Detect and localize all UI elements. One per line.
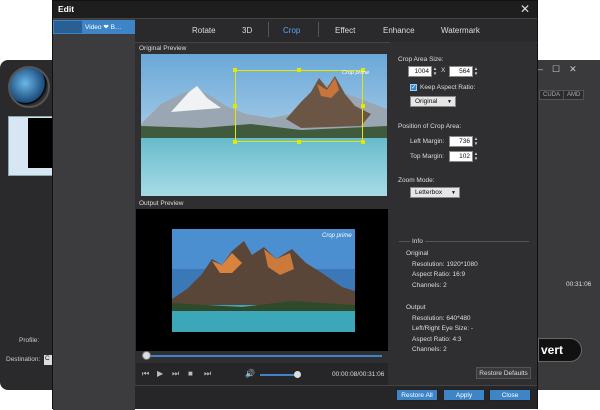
output-resolution: Resolution: 640*480: [412, 315, 471, 322]
seek-bar[interactable]: [142, 355, 382, 357]
close-icon[interactable]: ✕: [569, 64, 577, 75]
file-list: Video ❤ B…: [53, 19, 135, 410]
height-stepper[interactable]: ▲ ▼: [473, 66, 479, 77]
tab-separator: [268, 22, 269, 37]
background-video-thumbnail: [28, 118, 52, 168]
tab-effect[interactable]: Effect: [335, 26, 355, 35]
minimize-icon[interactable]: –: [538, 64, 543, 75]
top-margin-label: Top Margin:: [410, 153, 444, 160]
close-button[interactable]: Close: [489, 389, 531, 401]
width-stepper[interactable]: ▲ ▼: [432, 66, 438, 77]
output-eye-size: Left/Right Eye Size: -: [412, 325, 474, 332]
output-preview-label: Output Preview: [139, 200, 184, 207]
output-watermark-text: Crop prime: [322, 233, 352, 239]
seek-knob[interactable]: [142, 351, 151, 360]
profile-label: Profile:: [19, 337, 40, 344]
keep-aspect-checkbox[interactable]: ✓: [410, 84, 417, 91]
zoom-mode-dropdown[interactable]: Letterbox ▼: [410, 187, 460, 198]
crop-handle[interactable]: [233, 140, 237, 144]
top-margin-stepper[interactable]: ▲ ▼: [473, 151, 479, 162]
crop-handle[interactable]: [233, 104, 237, 108]
aspect-ratio-value: Original: [415, 98, 438, 105]
original-info-label: Original: [406, 250, 429, 257]
fast-forward-icon[interactable]: ⏭: [172, 369, 179, 379]
watermark-text: Crop prime: [342, 70, 370, 76]
tab-crop[interactable]: Crop: [283, 26, 300, 35]
timecode: 00:00:08/00:31:06: [332, 371, 385, 378]
destination-field[interactable]: C: [44, 355, 52, 365]
tab-watermark[interactable]: Watermark: [441, 26, 480, 35]
file-name: Video ❤ B…: [85, 24, 122, 31]
crop-handle[interactable]: [297, 140, 301, 144]
original-resolution: Resolution: 1920*1080: [412, 261, 478, 268]
dialog-title: Edit: [58, 4, 75, 14]
convert-button[interactable]: vert: [538, 338, 582, 362]
volume-slider[interactable]: [260, 374, 298, 376]
dialog-titlebar: Edit ✕: [53, 1, 537, 19]
amd-badge[interactable]: AMD: [563, 90, 585, 100]
crop-handle[interactable]: [361, 140, 365, 144]
restore-all-button[interactable]: Restore All: [396, 389, 438, 401]
volume-icon[interactable]: 🔊: [245, 369, 255, 378]
background-duration: 00:31:06: [566, 281, 592, 288]
background-window-controls: – ☐ ✕: [538, 64, 577, 75]
left-margin-label: Left Margin:: [410, 138, 445, 145]
left-margin-stepper[interactable]: ▲ ▼: [473, 136, 479, 147]
keep-aspect-label: Keep Aspect Ratio:: [420, 84, 476, 91]
app-logo: [8, 66, 50, 108]
close-icon[interactable]: ✕: [520, 2, 530, 16]
cuda-badge[interactable]: CUDA: [539, 90, 565, 100]
crop-handle[interactable]: [297, 68, 301, 72]
original-preview-label: Original Preview: [139, 45, 187, 52]
volume-knob[interactable]: [294, 371, 301, 378]
crop-handle[interactable]: [361, 104, 365, 108]
original-aspect-ratio: Aspect Ratio: 16:9: [412, 271, 466, 278]
zoom-mode-label: Zoom Mode:: [398, 177, 435, 184]
chevron-down-icon: ▼: [451, 190, 456, 196]
output-channels: Channels: 2: [412, 346, 447, 353]
info-title: Info: [410, 238, 425, 245]
play-icon[interactable]: ▶: [157, 369, 163, 378]
crop-area-size-label: Crop Area Size:: [398, 56, 444, 63]
maximize-icon[interactable]: ☐: [552, 64, 560, 75]
chevron-down-icon: ▼: [447, 99, 452, 105]
video-thumbnail: [54, 21, 82, 33]
original-channels: Channels: 2: [412, 282, 447, 289]
tab-3d[interactable]: 3D: [242, 26, 252, 35]
size-separator: X: [441, 67, 446, 74]
output-aspect-ratio: Aspect Ratio: 4:3: [412, 336, 462, 343]
position-label: Position of Crop Area:: [398, 123, 462, 130]
crop-width-input[interactable]: 1004: [408, 66, 432, 77]
restore-defaults-button[interactable]: Restore Defaults: [476, 367, 531, 379]
crop-height-input[interactable]: 564: [449, 66, 473, 77]
destination-label: Destination:: [6, 356, 41, 363]
skip-back-icon[interactable]: ⏮: [142, 369, 149, 379]
apply-button[interactable]: Apply: [443, 389, 485, 401]
top-margin-input[interactable]: 102: [449, 151, 473, 162]
left-margin-input[interactable]: 736: [449, 136, 473, 147]
crop-frame[interactable]: [235, 70, 363, 142]
tab-separator: [318, 22, 319, 37]
file-list-item[interactable]: Video ❤ B…: [53, 20, 135, 34]
crop-handle[interactable]: [233, 68, 237, 72]
stop-icon[interactable]: ■: [188, 369, 193, 378]
aspect-ratio-dropdown[interactable]: Original ▼: [410, 96, 456, 107]
output-preview-image: [172, 229, 355, 332]
skip-end-icon[interactable]: ⏭: [204, 369, 211, 379]
tab-enhance[interactable]: Enhance: [383, 26, 415, 35]
tab-rotate[interactable]: Rotate: [192, 26, 216, 35]
output-info-label: Output: [406, 304, 426, 311]
zoom-mode-value: Letterbox: [415, 189, 443, 196]
